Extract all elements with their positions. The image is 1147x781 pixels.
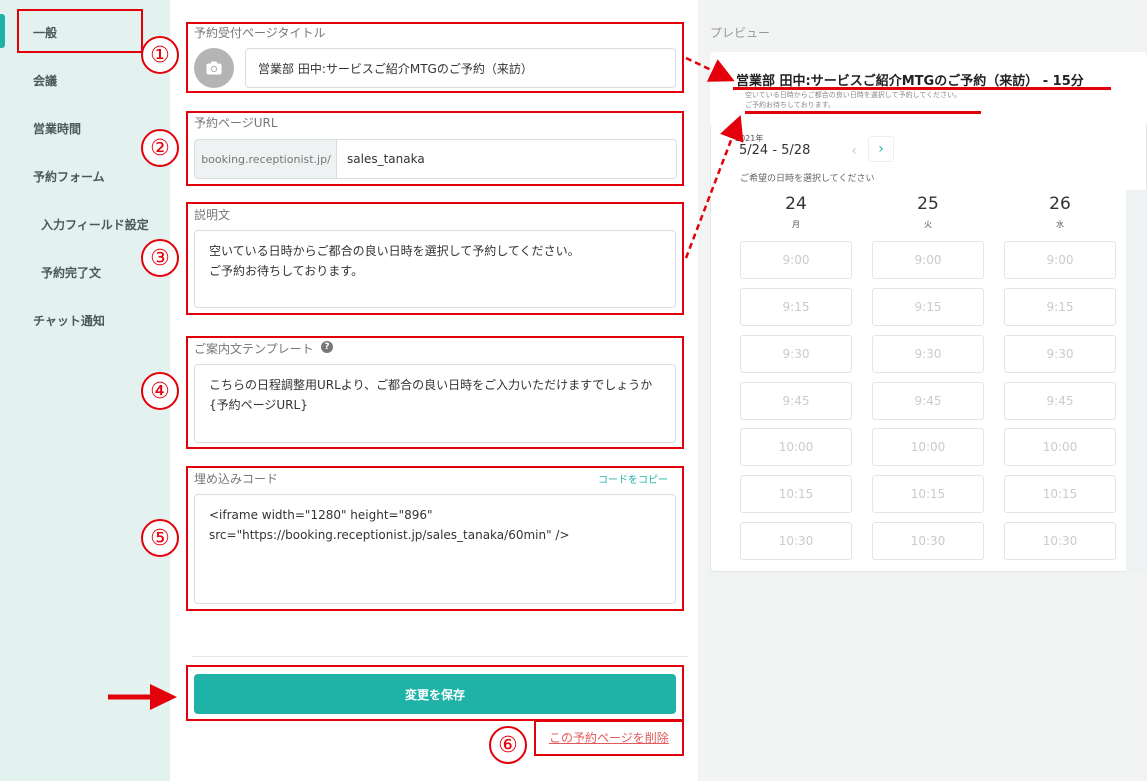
time-slot[interactable]: 10:15 [1004, 475, 1116, 513]
day-weekday: 月 [792, 220, 800, 229]
day-number: 25 [917, 194, 939, 214]
time-slot[interactable]: 9:30 [872, 335, 984, 373]
sidebar-item-business-hours[interactable]: 営業時間 [33, 120, 81, 137]
time-slot[interactable]: 10:30 [872, 522, 984, 560]
day-weekday: 火 [924, 220, 932, 229]
calendar-hint: ご希望の日時を選択してください [740, 174, 875, 184]
sidebar-item-meeting[interactable]: 会議 [33, 72, 57, 89]
chevron-left-icon[interactable]: ‹ [842, 139, 866, 163]
annotation-box-template [186, 336, 684, 449]
time-slot[interactable]: 9:00 [740, 241, 852, 279]
preview-description-line: 空いている日時からご都合の良い日時を選択して予約してください。 [745, 91, 962, 99]
sidebar-active-indicator [0, 14, 5, 48]
time-slot[interactable]: 9:15 [740, 288, 852, 326]
annotation-marker-1: ① [141, 36, 179, 74]
annotation-box-description [186, 202, 684, 315]
sidebar-item-input-fields[interactable]: 入力フィールド設定 [41, 216, 149, 233]
sidebar-item-chat-notification[interactable]: チャット通知 [33, 312, 105, 329]
calendar-date-range: 5/24 - 5/28 [739, 143, 811, 158]
day-number: 24 [785, 194, 807, 214]
annotation-marker-5: ⑤ [141, 519, 179, 557]
time-slot[interactable]: 10:00 [872, 428, 984, 466]
annotation-marker-2: ② [141, 129, 179, 167]
annotation-box-url [186, 111, 684, 186]
sidebar-item-booking-form[interactable]: 予約フォーム [33, 168, 105, 185]
annotation-box-save [186, 665, 684, 721]
preview-label: プレビュー [710, 26, 771, 40]
preview-description-line: ご予約お待ちしております。 [745, 101, 835, 109]
time-slot[interactable]: 9:30 [1004, 335, 1116, 373]
time-slot[interactable]: 9:00 [1004, 241, 1116, 279]
annotation-box-embed [186, 466, 684, 611]
time-slot[interactable]: 10:30 [740, 522, 852, 560]
day-number: 26 [1049, 194, 1071, 214]
annotation-marker-3: ③ [141, 239, 179, 277]
time-slot[interactable]: 9:45 [1004, 382, 1116, 420]
sidebar-item-completion-text[interactable]: 予約完了文 [41, 264, 101, 281]
annotation-box-delete [534, 720, 684, 756]
time-slot[interactable]: 9:45 [740, 382, 852, 420]
time-slot[interactable]: 9:15 [1004, 288, 1116, 326]
time-slot[interactable]: 9:45 [872, 382, 984, 420]
annotation-marker-4: ④ [141, 372, 179, 410]
time-slot[interactable]: 10:15 [872, 475, 984, 513]
annotation-box-title [186, 22, 684, 93]
time-slot[interactable]: 10:00 [1004, 428, 1116, 466]
chevron-right-icon[interactable]: › [868, 136, 894, 162]
annotation-underline-title [733, 87, 1111, 90]
time-slot[interactable]: 9:30 [740, 335, 852, 373]
calendar-next-column [1126, 190, 1147, 572]
annotation-underline-description [745, 111, 981, 114]
time-slot[interactable]: 9:15 [872, 288, 984, 326]
annotation-marker-6: ⑥ [489, 726, 527, 764]
day-weekday: 水 [1056, 220, 1064, 229]
time-slot[interactable]: 10:30 [1004, 522, 1116, 560]
time-slot[interactable]: 10:15 [740, 475, 852, 513]
time-slot[interactable]: 9:00 [872, 241, 984, 279]
annotation-box-general [17, 9, 143, 53]
form-divider [192, 656, 688, 657]
time-slot[interactable]: 10:00 [740, 428, 852, 466]
